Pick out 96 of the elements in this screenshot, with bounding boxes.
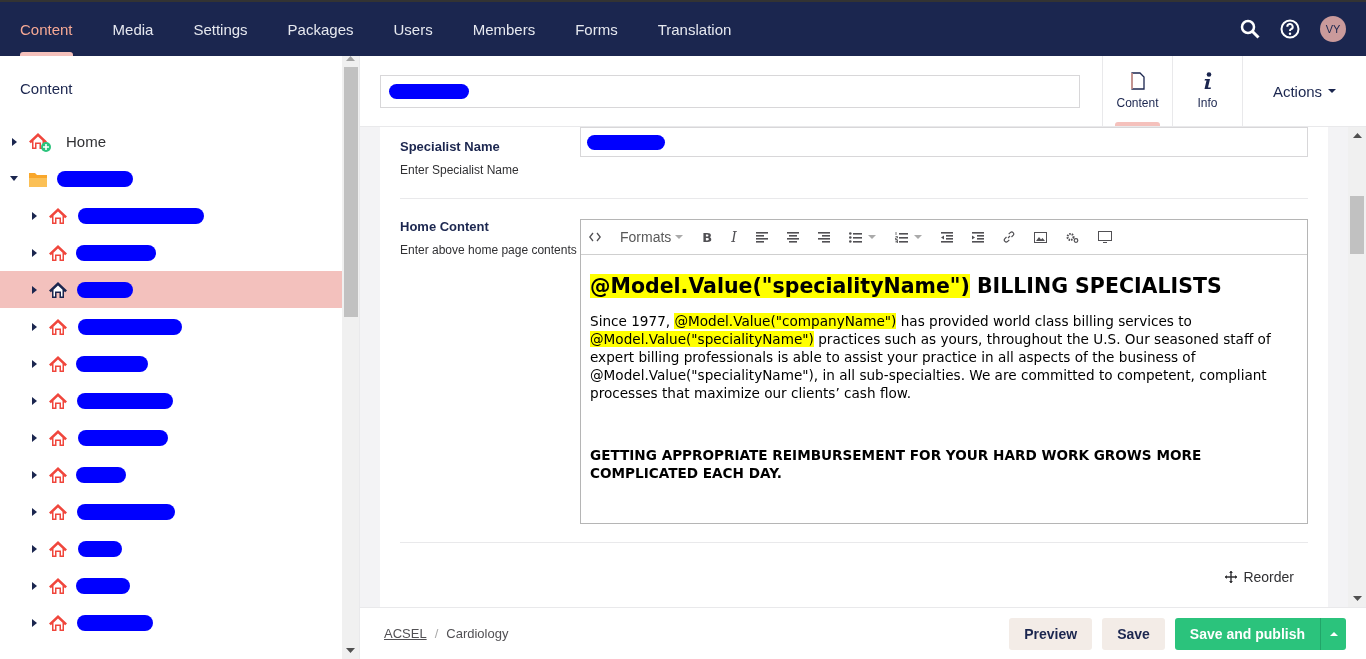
user-avatar[interactable]: VY: [1320, 16, 1346, 42]
house-icon: [48, 205, 68, 226]
house-plus-icon: [28, 130, 52, 153]
house-icon: [48, 501, 68, 522]
caret-right-icon: [31, 581, 37, 590]
align-right-icon: [817, 231, 830, 243]
align-left-icon: [755, 231, 768, 243]
search-button[interactable]: [1240, 19, 1260, 39]
image-icon: [1033, 231, 1047, 243]
caret-right-icon: [31, 618, 37, 627]
outdent-icon: [940, 231, 953, 243]
tree-item-label: Home: [66, 133, 106, 150]
breadcrumb-separator: /: [434, 626, 439, 641]
info-icon: [1202, 72, 1213, 90]
section-tab[interactable]: Users: [373, 2, 453, 56]
caret-up-icon: [1329, 631, 1338, 636]
help-button[interactable]: [1280, 19, 1300, 39]
section-tab[interactable]: Media: [92, 2, 174, 56]
reorder-button[interactable]: Reorder: [1225, 569, 1294, 585]
caret-down-icon: [675, 235, 684, 239]
scroll-down-icon: [346, 648, 355, 653]
redaction-mark: [76, 577, 130, 594]
caret-right-icon: [31, 285, 37, 294]
section-tab[interactable]: Settings: [173, 2, 268, 56]
house-icon: [48, 353, 68, 374]
tree-item[interactable]: Home: [0, 123, 342, 160]
tree-item[interactable]: [0, 271, 342, 308]
section-tab[interactable]: Members: [452, 2, 556, 56]
scroll-up-icon: [1352, 133, 1362, 138]
caret-right-icon: [11, 137, 17, 146]
publish-options-button[interactable]: [1320, 617, 1346, 650]
caret-right-icon: [31, 544, 37, 553]
property-label: Home Content: [400, 219, 490, 234]
section-tab[interactable]: Packages: [267, 2, 374, 56]
house-icon: [48, 279, 68, 300]
specialist-name-field[interactable]: [580, 127, 1308, 157]
redaction-mark: [76, 355, 148, 372]
caret-down-icon: [867, 235, 876, 239]
property-description: Enter above home page contents: [400, 242, 578, 259]
breadcrumb-current: Cardiology: [446, 626, 509, 641]
caret-down-icon: [1328, 89, 1337, 93]
caret-right-icon: [31, 507, 37, 516]
align-center-icon: [786, 231, 799, 243]
rich-text-editor[interactable]: [580, 219, 1308, 524]
caret-down-icon: [913, 235, 922, 239]
bullet-list-icon: [848, 231, 862, 243]
help-icon: [1280, 19, 1300, 39]
numbered-list-icon: [894, 231, 908, 243]
search-icon: [1240, 19, 1260, 39]
bold-button[interactable]: B: [702, 229, 713, 245]
content-subheading: GETTING APPROPRIATE REIMBURSEMENT FOR YOUR HARD WORK GROWS MORE COMPLICATED EACH DAY.: [590, 446, 1203, 482]
caret-right-icon: [31, 248, 37, 257]
caret-right-icon: [31, 396, 37, 405]
name-field[interactable]: [380, 74, 1080, 108]
footer-button[interactable]: Save: [1102, 617, 1165, 650]
caret-right-icon: [31, 470, 37, 479]
redaction-mark: [77, 281, 133, 298]
caret-right-icon: [31, 211, 37, 220]
caret-right-icon: [31, 322, 37, 331]
caret-right-icon: [31, 359, 37, 368]
caret-right-icon: [31, 433, 37, 442]
monitor-icon: [1097, 231, 1112, 243]
breadcrumb-link[interactable]: ACSEL: [384, 626, 427, 641]
scrollbar-thumb[interactable]: [1350, 196, 1364, 254]
house-icon: [48, 316, 68, 337]
document-icon: [1130, 72, 1145, 90]
house-icon: [48, 427, 68, 448]
redaction-mark: [78, 540, 122, 557]
property-description: Enter Specialist Name: [400, 162, 520, 179]
scroll-down-icon: [1352, 596, 1362, 601]
house-icon: [48, 242, 68, 263]
caret-down-icon: [10, 176, 18, 181]
property-label: Specialist Name: [400, 139, 501, 154]
house-icon: [48, 464, 68, 485]
section-tab[interactable]: Forms: [555, 2, 638, 56]
house-icon: [48, 575, 68, 596]
move-icon: [1225, 571, 1238, 583]
scrollbar[interactable]: [342, 56, 359, 659]
scrollbar-thumb[interactable]: [343, 67, 358, 317]
house-icon: [48, 612, 68, 633]
content-paragraph: Since 1977, @Model.Value("companyName") has provided world class billing services to @Model.Value("specialityName") practices such as yours, throughout the U.S. Our seasoned staff of expert billing professionals is able to assist your practice in all aspects of the business of @Model.Value("specialityName"), in all sub-specialties. We are committed to competent, compliant processes that maximize our clients’ cash flow.: [590, 312, 1272, 402]
house-icon: [48, 538, 68, 559]
scrollbar[interactable]: [1348, 127, 1366, 607]
code-icon: [589, 232, 601, 242]
formats-dropdown[interactable]: Formats: [620, 229, 684, 245]
link-icon: [1002, 231, 1015, 243]
house-icon: [48, 390, 68, 411]
tree-title: Content: [19, 79, 74, 99]
indent-icon: [971, 231, 984, 243]
section-tab[interactable]: Content: [20, 2, 93, 56]
footer-button[interactable]: Preview: [1009, 617, 1093, 650]
gears-icon: [1065, 231, 1079, 243]
italic-button[interactable]: I: [731, 229, 737, 245]
redaction-mark: [76, 466, 126, 483]
content-heading: @Model.Value("specialityName") BILLING SPECIALISTS: [590, 274, 1223, 298]
section-tab[interactable]: Translation: [637, 2, 752, 56]
